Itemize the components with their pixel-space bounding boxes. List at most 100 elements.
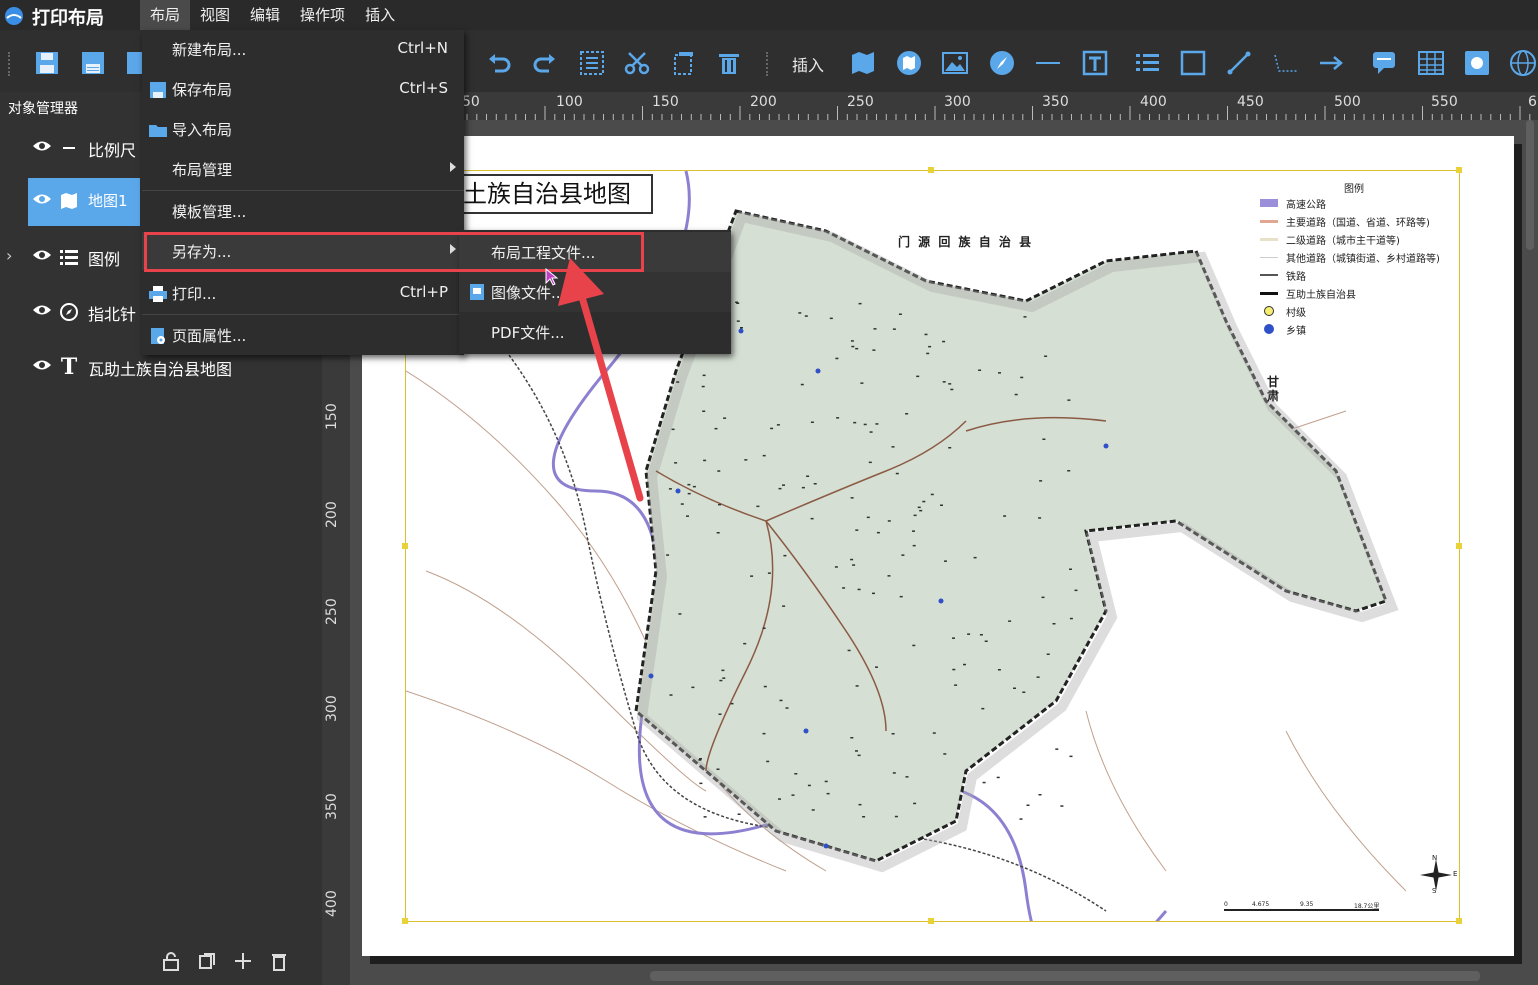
resize-handle[interactable] xyxy=(928,918,934,924)
village-marker xyxy=(1060,805,1064,807)
save-icon[interactable] xyxy=(30,46,64,80)
mouse-cursor-icon xyxy=(545,268,559,286)
horizontal-scrollbar[interactable] xyxy=(650,971,1480,981)
village-marker xyxy=(1055,748,1059,750)
village-marker xyxy=(680,503,684,505)
village-marker xyxy=(1013,687,1016,689)
insert-north-arrow-icon[interactable] xyxy=(985,46,1019,80)
insert-table-icon[interactable] xyxy=(1414,46,1448,80)
insert-legend-icon[interactable] xyxy=(1130,46,1164,80)
text-t-icon: T xyxy=(60,354,78,380)
insert-rectangle-icon[interactable] xyxy=(1176,46,1210,80)
insert-web-icon[interactable] xyxy=(1506,46,1538,80)
undo-icon[interactable] xyxy=(482,46,516,80)
visibility-eye-icon[interactable] xyxy=(32,358,52,372)
village-marker xyxy=(810,517,814,520)
toolbar-grip-2[interactable] xyxy=(766,52,772,76)
menu-operations[interactable]: 操作项 xyxy=(290,0,355,30)
village-marker xyxy=(678,613,682,615)
resize-handle[interactable] xyxy=(1456,918,1462,924)
village-marker xyxy=(1003,515,1007,517)
menu-item-import-layout[interactable]: 导入布局 xyxy=(142,110,464,148)
village-marker xyxy=(892,772,896,774)
copy-icon[interactable] xyxy=(667,46,701,80)
resize-handle[interactable] xyxy=(1456,167,1462,173)
legend-swatch xyxy=(1260,291,1278,295)
resize-handle[interactable] xyxy=(402,918,408,924)
village-marker xyxy=(1022,691,1026,693)
village-marker xyxy=(1039,480,1043,482)
village-marker xyxy=(834,566,838,568)
south-label: S xyxy=(1432,887,1437,895)
ruler-label: 100 xyxy=(556,94,583,110)
insert-arrow-icon[interactable] xyxy=(1314,46,1348,80)
village-marker xyxy=(762,627,766,629)
menu-item-label: 导入布局 xyxy=(172,121,233,139)
resize-handle[interactable] xyxy=(1456,543,1462,549)
expand-chevron-icon[interactable]: › xyxy=(6,246,12,265)
duplicate-icon[interactable] xyxy=(196,950,218,972)
village-marker xyxy=(860,382,864,384)
visibility-eye-icon[interactable] xyxy=(32,139,52,153)
toolbar-grip[interactable] xyxy=(8,52,14,76)
delete-icon[interactable] xyxy=(712,46,746,80)
insert-polyline-icon[interactable] xyxy=(1268,46,1302,80)
menu-item-print[interactable]: 打印... Ctrl+P xyxy=(142,274,464,312)
visibility-eye-icon[interactable] xyxy=(32,303,52,317)
menu-item-template-manager[interactable]: 模板管理... xyxy=(142,192,464,230)
add-icon[interactable] xyxy=(232,950,254,972)
insert-callout-icon[interactable] xyxy=(1367,46,1401,80)
menu-item-layout-manager[interactable]: 布局管理 xyxy=(142,150,464,188)
menu-edit[interactable]: 编辑 xyxy=(240,0,290,30)
insert-map-icon[interactable] xyxy=(846,46,880,80)
east-label: E xyxy=(1453,870,1458,878)
village-marker xyxy=(750,575,754,577)
village-marker xyxy=(850,340,854,342)
village-marker xyxy=(857,754,861,757)
menu-item-save-layout[interactable]: 保存布局 Ctrl+S xyxy=(142,70,464,108)
menu-item-page-properties[interactable]: 页面属性... xyxy=(142,316,464,354)
village-marker xyxy=(736,320,740,322)
save-as-icon[interactable] xyxy=(76,46,110,80)
lock-icon[interactable] xyxy=(160,950,182,972)
village-marker xyxy=(928,345,932,348)
object-item-label: 地图1 xyxy=(88,192,128,210)
visibility-eye-icon[interactable] xyxy=(32,248,52,262)
village-marker xyxy=(669,694,673,696)
village-marker xyxy=(855,529,859,531)
village-marker xyxy=(829,317,833,320)
menu-layout[interactable]: 布局 xyxy=(140,0,191,30)
village-marker xyxy=(782,605,786,607)
cut-icon[interactable] xyxy=(620,46,654,80)
insert-text-icon[interactable] xyxy=(1078,46,1112,80)
select-all-icon[interactable] xyxy=(575,46,609,80)
village-marker xyxy=(1008,620,1012,622)
object-item-label: 比例尺 xyxy=(88,141,137,160)
map-title-text[interactable]: 土族自治县地图 xyxy=(455,174,653,214)
insert-image-icon[interactable] xyxy=(938,46,972,80)
resize-handle[interactable] xyxy=(402,543,408,549)
village-marker xyxy=(855,750,858,752)
menu-view[interactable]: 视图 xyxy=(190,0,240,30)
village-marker xyxy=(791,794,795,796)
village-marker xyxy=(981,707,985,710)
insert-scalebar-icon[interactable] xyxy=(1031,46,1065,80)
menu-item-shortcut: Ctrl+P xyxy=(399,283,448,301)
legend-row: 村级 xyxy=(1260,304,1306,319)
insert-line-icon[interactable] xyxy=(1222,46,1256,80)
resize-handle[interactable] xyxy=(928,167,934,173)
insert-frame-icon[interactable] xyxy=(1460,46,1494,80)
ruler-label: 550 xyxy=(1431,94,1458,110)
visibility-eye-icon[interactable] xyxy=(32,192,52,206)
village-marker xyxy=(850,737,854,739)
vertical-scrollbar[interactable] xyxy=(1526,120,1534,250)
trash-icon[interactable] xyxy=(268,950,290,972)
village-marker xyxy=(852,564,856,566)
insert-overview-map-icon[interactable] xyxy=(892,46,926,80)
village-marker xyxy=(782,484,785,486)
menu-item-new-layout[interactable]: 新建布局... Ctrl+N xyxy=(142,30,464,68)
menu-insert[interactable]: 插入 xyxy=(355,0,405,30)
village-marker xyxy=(1038,517,1042,519)
village-marker xyxy=(979,634,983,636)
redo-icon[interactable] xyxy=(528,46,562,80)
